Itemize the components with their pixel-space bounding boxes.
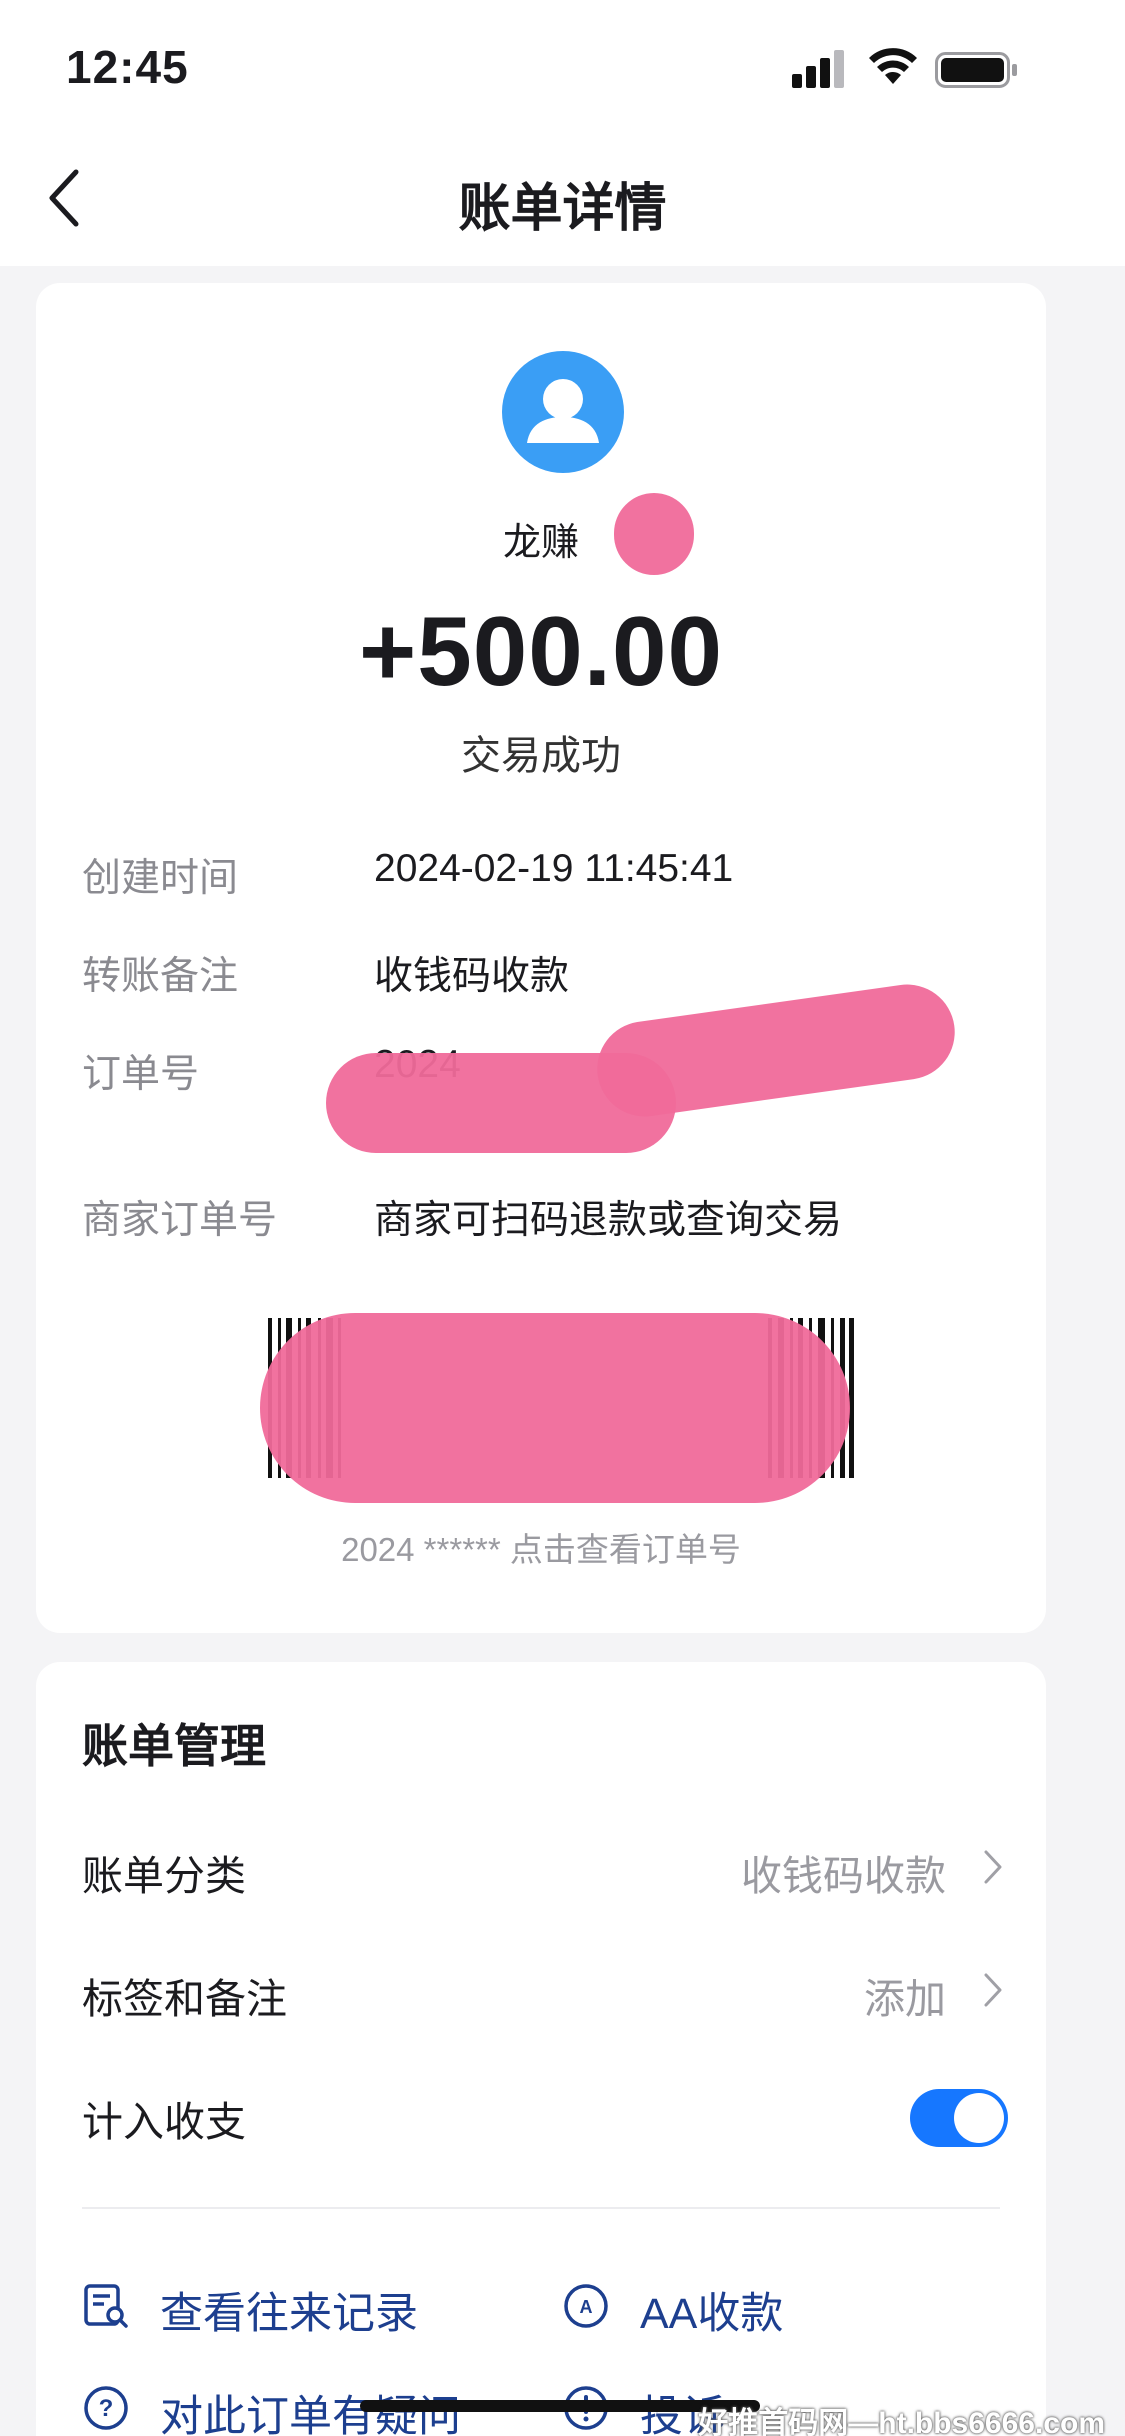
battery-icon	[935, 52, 1017, 88]
toggle-knob	[954, 2093, 1004, 2143]
view-records-link[interactable]: 查看往来记录	[160, 2279, 418, 2341]
question-icon[interactable]: ?	[82, 2384, 130, 2432]
divider	[82, 2207, 1000, 2209]
detail-value: 商家可扫码退款或查询交易	[374, 1199, 843, 1242]
transaction-status: 交易成功	[461, 734, 621, 778]
svg-text:A: A	[580, 2297, 593, 2317]
status-bar: 12:45	[0, 0, 1125, 130]
chevron-right-icon[interactable]	[982, 1848, 1004, 1886]
detail-value: 2024-02-19 11:45:41	[374, 847, 734, 890]
bill-management-card: 账单管理 账单分类 收钱码收款 标签和备注 添加 计入收支 查看往来记录 A A…	[36, 1662, 1046, 2436]
page-title: 账单详情	[458, 180, 667, 238]
detail-label: 转账备注	[82, 955, 239, 998]
detail-label: 创建时间	[82, 857, 239, 900]
redaction-mark	[591, 978, 961, 1123]
transaction-card: 龙赚 +500.00 交易成功 创建时间 2024-02-19 11:45:41…	[36, 283, 1046, 1633]
list-item-category-value[interactable]: 收钱码收款	[741, 1842, 946, 1902]
detail-label: 商家订单号	[82, 1199, 278, 1242]
svg-text:?: ?	[99, 2395, 114, 2422]
list-item-tags-value[interactable]: 添加	[864, 1965, 946, 2025]
bill-detail-screen: 12:45 账单详情 龙赚 +500.00 交易成功 创建时间 2024-02-…	[0, 0, 1125, 2436]
detail-value: 收钱码收款	[374, 955, 570, 998]
include-income-toggle[interactable]	[910, 2089, 1008, 2147]
record-search-icon[interactable]	[82, 2282, 130, 2330]
amount: +500.00	[359, 596, 723, 706]
payer-name: 龙赚	[502, 522, 579, 564]
user-icon	[527, 379, 599, 443]
watermark: 好推首码网—ht.bbs6666.com	[698, 2407, 1105, 2436]
signal-icon	[792, 50, 844, 88]
chevron-right-icon[interactable]	[982, 1971, 1004, 2009]
list-item-category-label[interactable]: 账单分类	[82, 1842, 246, 1902]
list-item-tags-label[interactable]: 标签和备注	[82, 1965, 287, 2025]
redaction-mark	[614, 493, 694, 575]
detail-label: 订单号	[82, 1053, 200, 1096]
section-title: 账单管理	[82, 1720, 266, 1772]
list-item-income-label: 计入收支	[82, 2099, 246, 2145]
aa-icon[interactable]: A	[562, 2282, 610, 2330]
wifi-icon	[869, 48, 917, 84]
nav-bar: 账单详情	[0, 130, 1125, 266]
avatar[interactable]	[502, 351, 624, 473]
status-time: 12:45	[66, 41, 189, 93]
aa-collect-link[interactable]: AA收款	[640, 2279, 783, 2341]
redaction-mark	[260, 1313, 850, 1503]
barcode-caption[interactable]: 2024 ****** 点击查看订单号	[36, 1523, 1046, 1571]
